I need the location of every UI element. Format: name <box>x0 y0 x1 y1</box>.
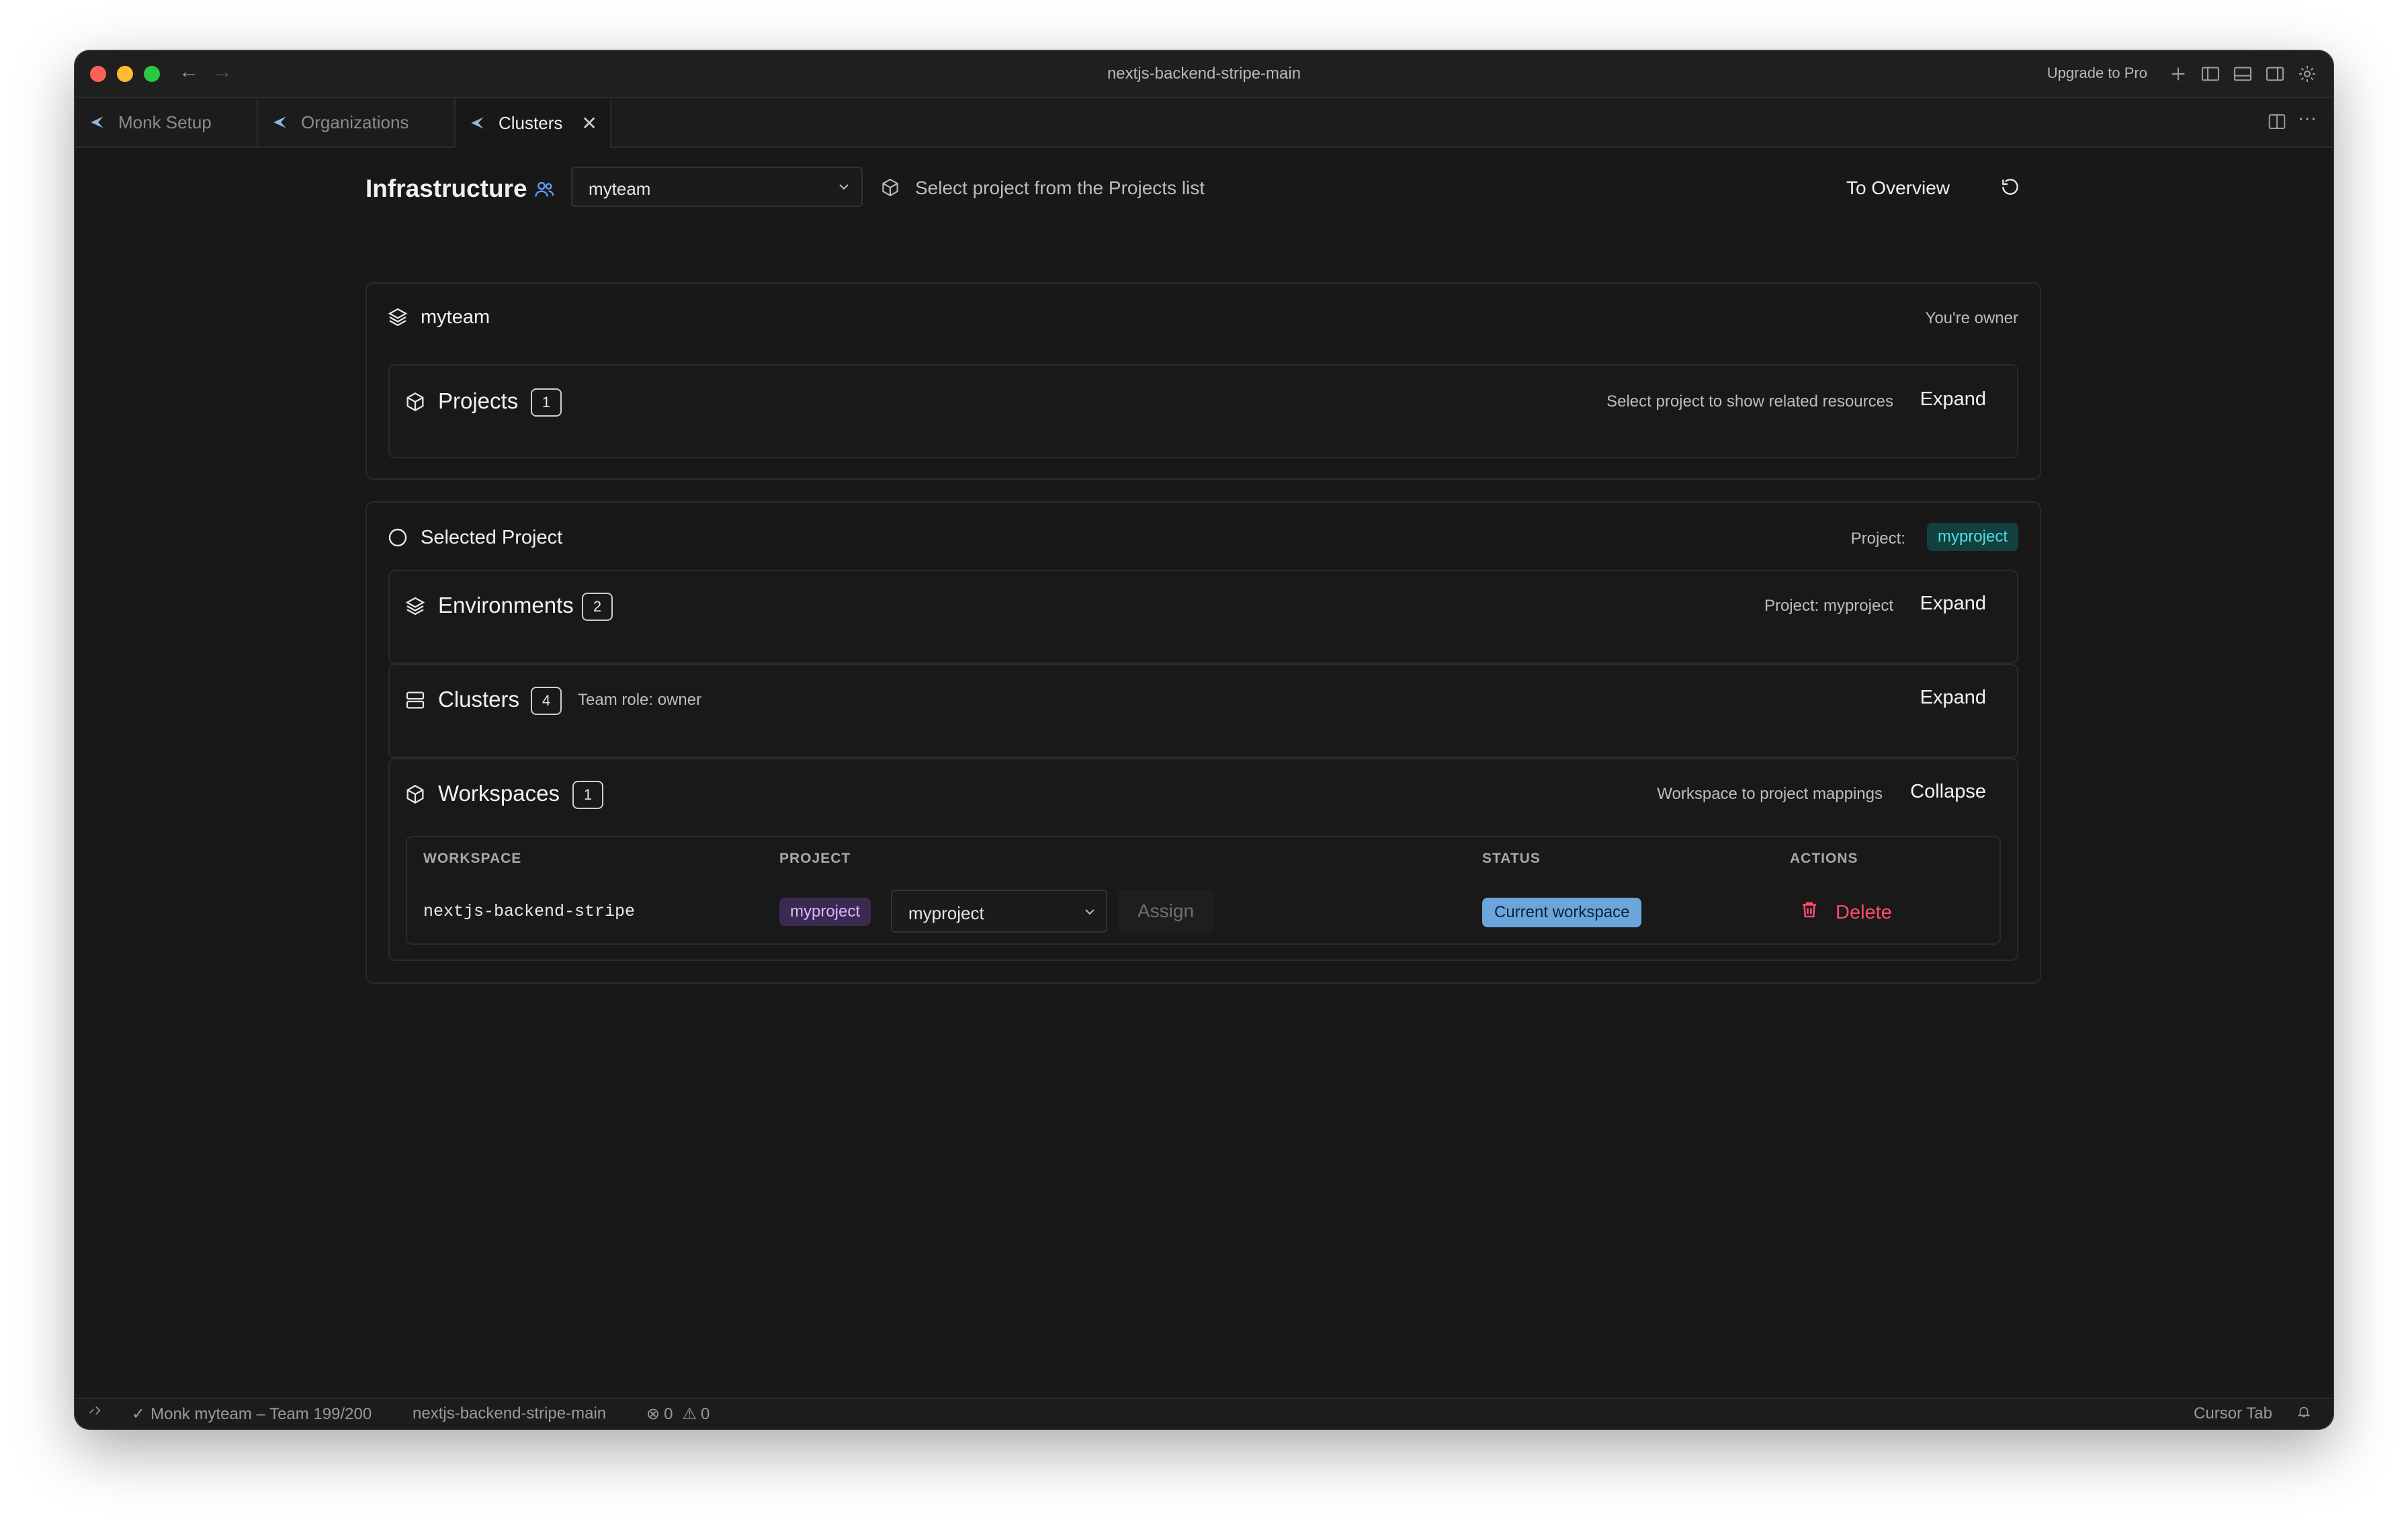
monk-logo-icon <box>271 114 289 131</box>
environments-hint: Project: myproject <box>1764 597 1893 615</box>
clusters-section[interactable]: Clusters 4 Team role: owner Expand <box>388 664 2018 758</box>
error-count: 0 <box>664 1404 673 1423</box>
workspace-name: nextjs-backend-stripe <box>423 902 636 921</box>
project-name-badge: myproject <box>1926 523 2018 551</box>
projects-count-badge: 1 <box>531 388 562 417</box>
error-icon: ⊗ <box>646 1405 660 1423</box>
package-icon <box>404 783 426 805</box>
project-hint-text: Select project from the Projects list <box>915 177 1205 198</box>
workspaces-title: Workspaces <box>438 781 560 806</box>
layers-icon <box>404 595 426 617</box>
team-role-hint: Team role: owner <box>578 691 702 709</box>
to-overview-button[interactable]: To Overview <box>1846 177 1950 199</box>
main-content: Infrastructure myteam Select project fro… <box>75 148 2333 1399</box>
environments-expand-button[interactable]: Expand <box>1920 593 1986 615</box>
cursor-tab-status[interactable]: Cursor Tab <box>2194 1404 2272 1423</box>
delete-button[interactable]: Delete <box>1799 898 1892 927</box>
owner-role-label: You're owner <box>1925 309 2018 327</box>
notifications-bell-icon[interactable] <box>2296 1404 2317 1419</box>
column-header-actions: ACTIONS <box>1790 851 1858 866</box>
clusters-title: Clusters <box>438 687 520 712</box>
problems-indicator[interactable]: ⊗ 0 ⚠ 0 <box>646 1404 710 1424</box>
projects-title: Projects <box>438 388 519 413</box>
tab-organizations[interactable]: Organizations <box>258 98 456 146</box>
chevron-down-icon <box>1082 904 1098 920</box>
app-window: ← → nextjs-backend-stripe-main Upgrade t… <box>75 51 2333 1429</box>
team-select[interactable]: myteam <box>571 167 863 207</box>
toggle-secondary-sidebar-icon[interactable] <box>2264 63 2286 85</box>
layers-icon <box>387 306 408 328</box>
environments-title: Environments <box>438 593 574 618</box>
status-bar: ✓ Monk myteam – Team 199/200 nextjs-back… <box>75 1398 2333 1429</box>
team-card: myteam You're owner Projects 1 Select pr… <box>366 282 2041 480</box>
workspaces-count-badge: 1 <box>572 781 603 809</box>
package-icon <box>404 391 426 413</box>
page-title: Infrastructure <box>366 175 527 202</box>
column-header-status: STATUS <box>1482 851 1541 866</box>
more-actions-icon[interactable]: ⋯ <box>2298 108 2318 129</box>
projects-section[interactable]: Projects 1 Select project to show relate… <box>388 364 2018 458</box>
project-select-value: myproject <box>908 903 984 923</box>
circle-icon <box>387 527 408 548</box>
split-editor-icon[interactable] <box>2267 112 2287 132</box>
project-select[interactable]: myproject <box>891 890 1107 933</box>
plus-icon[interactable] <box>2167 63 2189 85</box>
status-badge: Current workspace <box>1482 898 1642 927</box>
window-title: nextjs-backend-stripe-main <box>1107 65 1301 83</box>
tab-bar: Monk Setup Organizations Clusters ✕ ⋯ <box>75 98 2333 148</box>
warning-icon: ⚠ <box>682 1405 697 1423</box>
remote-connection-icon[interactable] <box>87 1404 108 1419</box>
clusters-expand-button[interactable]: Expand <box>1920 687 1986 709</box>
package-icon <box>880 177 900 198</box>
gear-icon[interactable] <box>2296 63 2318 85</box>
infrastructure-header: Infrastructure myteam Select project fro… <box>366 167 2041 210</box>
column-header-project: PROJECT <box>779 851 851 866</box>
projects-expand-button[interactable]: Expand <box>1920 388 1986 411</box>
account-label: Monk myteam – Team 199/200 <box>150 1404 372 1423</box>
upgrade-to-pro-link[interactable]: Upgrade to Pro <box>2047 65 2147 82</box>
workspaces-collapse-button[interactable]: Collapse <box>1910 781 1986 803</box>
monk-logo-icon <box>469 114 486 132</box>
workspaces-section: Workspaces 1 Workspace to project mappin… <box>388 758 2018 961</box>
delete-label: Delete <box>1836 901 1892 923</box>
team-name: myteam <box>421 306 490 328</box>
tab-monk-setup[interactable]: Monk Setup <box>75 98 258 146</box>
project-label: Project: <box>1850 529 1905 548</box>
selected-project-card: Selected Project Project: myproject Envi… <box>366 501 2041 984</box>
projects-hint: Select project to show related resources <box>1606 392 1893 411</box>
tab-label: Monk Setup <box>118 112 212 132</box>
environments-count-badge: 2 <box>582 593 613 621</box>
monk-account-status[interactable]: ✓ Monk myteam – Team 199/200 <box>132 1404 372 1424</box>
team-users-icon <box>533 179 555 200</box>
tab-clusters[interactable]: Clusters ✕ <box>456 98 611 148</box>
trash-icon <box>1799 900 1836 925</box>
branch-label[interactable]: nextjs-backend-stripe-main <box>413 1404 606 1423</box>
warning-count: 0 <box>700 1404 710 1423</box>
team-select-value: myteam <box>589 179 651 199</box>
tab-label: Clusters <box>499 112 563 133</box>
close-tab-icon[interactable]: ✕ <box>581 112 597 134</box>
workspaces-hint: Workspace to project mappings <box>1657 785 1883 803</box>
monk-logo-icon <box>89 114 106 131</box>
workspaces-table: WORKSPACE PROJECT STATUS ACTIONS nextjs-… <box>406 836 2001 945</box>
toggle-sidebar-icon[interactable] <box>2200 63 2221 85</box>
assign-button[interactable]: Assign <box>1118 890 1213 933</box>
chevron-down-icon <box>836 179 852 195</box>
column-header-workspace: WORKSPACE <box>423 851 522 866</box>
clusters-count-badge: 4 <box>531 687 562 715</box>
selected-project-title: Selected Project <box>421 527 563 548</box>
environments-section[interactable]: Environments 2 Project: myproject Expand <box>388 570 2018 664</box>
tab-label: Organizations <box>301 112 409 132</box>
toggle-panel-icon[interactable] <box>2232 63 2253 85</box>
title-bar: ← → nextjs-backend-stripe-main Upgrade t… <box>75 51 2333 98</box>
project-tag: myproject <box>779 898 871 926</box>
server-icon <box>404 689 426 711</box>
check-icon: ✓ <box>132 1405 146 1423</box>
refresh-icon[interactable] <box>2000 176 2021 198</box>
